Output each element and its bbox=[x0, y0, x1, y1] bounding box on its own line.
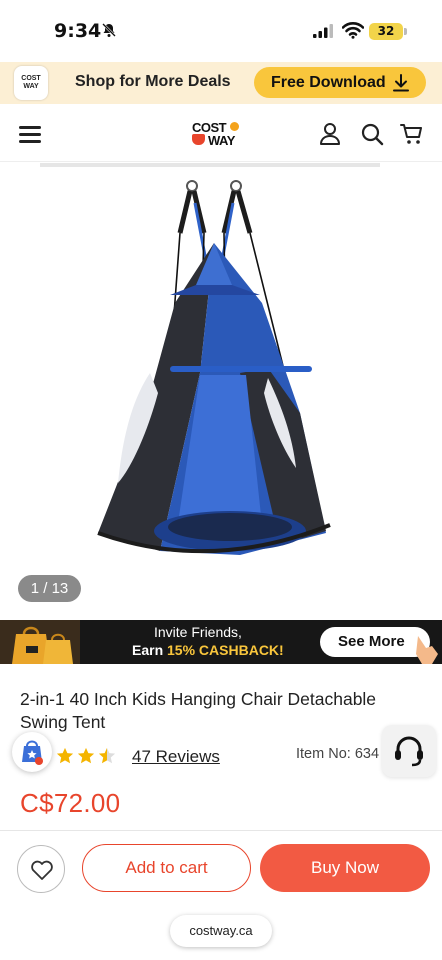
bell-slash-icon bbox=[102, 23, 116, 37]
battery-tip bbox=[404, 28, 407, 35]
image-counter: 1 / 13 bbox=[18, 575, 81, 602]
rating-stars bbox=[56, 747, 116, 767]
rewards-badge[interactable] bbox=[12, 732, 52, 772]
cart-icon[interactable] bbox=[400, 122, 424, 146]
star-icon bbox=[77, 747, 95, 764]
banner-text: Shop for More Deals bbox=[75, 73, 231, 90]
app-download-banner: COST WAY Shop for More Deals Free Downlo… bbox=[0, 62, 442, 104]
invite-friends-banner[interactable]: Invite Friends, Earn 15% CASHBACK! See M… bbox=[0, 620, 442, 664]
item-number: Item No: 634 bbox=[296, 746, 380, 762]
promo-line1: Invite Friends, bbox=[154, 624, 242, 640]
search-icon[interactable] bbox=[360, 122, 384, 146]
promo-line2: Earn 15% CASHBACK! bbox=[132, 642, 284, 658]
pointing-hand-icon bbox=[416, 636, 438, 664]
shopping-bag-star-icon bbox=[22, 740, 43, 765]
user-icon[interactable] bbox=[318, 122, 342, 146]
headset-icon bbox=[395, 736, 423, 767]
browser-url-pill[interactable]: costway.ca bbox=[170, 915, 272, 947]
buy-now-button[interactable]: Buy Now bbox=[260, 844, 430, 892]
costway-app-logo: COST WAY bbox=[14, 66, 48, 100]
shopping-bags-icon bbox=[0, 620, 80, 664]
wishlist-button[interactable] bbox=[17, 845, 65, 893]
star-half-icon bbox=[98, 747, 116, 764]
status-time: 9:34 bbox=[54, 20, 102, 42]
star-icon bbox=[56, 747, 74, 764]
download-icon bbox=[393, 74, 409, 92]
product-image-gallery[interactable]: 1 / 13 bbox=[0, 163, 442, 618]
costway-logo[interactable]: COST WAY bbox=[190, 120, 246, 150]
free-download-label: Free Download bbox=[271, 74, 386, 91]
bottom-action-bar: Add to cart Buy Now costway.ca bbox=[0, 830, 442, 960]
signal-icon bbox=[313, 24, 333, 38]
status-bar: 9:34 32 bbox=[0, 0, 442, 62]
battery-icon: 32 bbox=[369, 23, 403, 40]
product-image[interactable] bbox=[0, 163, 442, 583]
site-header: COST WAY bbox=[0, 104, 442, 162]
heart-icon bbox=[31, 860, 53, 880]
free-download-button[interactable]: Free Download bbox=[254, 67, 426, 98]
menu-icon[interactable] bbox=[19, 126, 41, 144]
product-title: 2-in-1 40 Inch Kids Hanging Chair Detach… bbox=[20, 689, 377, 732]
reviews-link[interactable]: 47 Reviews bbox=[132, 747, 220, 767]
product-price: C$72.00 bbox=[20, 788, 121, 818]
wifi-icon bbox=[342, 22, 364, 39]
customer-support-button[interactable] bbox=[382, 725, 436, 777]
cashback-highlight: 15% CASHBACK! bbox=[167, 642, 284, 658]
add-to-cart-button[interactable]: Add to cart bbox=[82, 844, 251, 892]
